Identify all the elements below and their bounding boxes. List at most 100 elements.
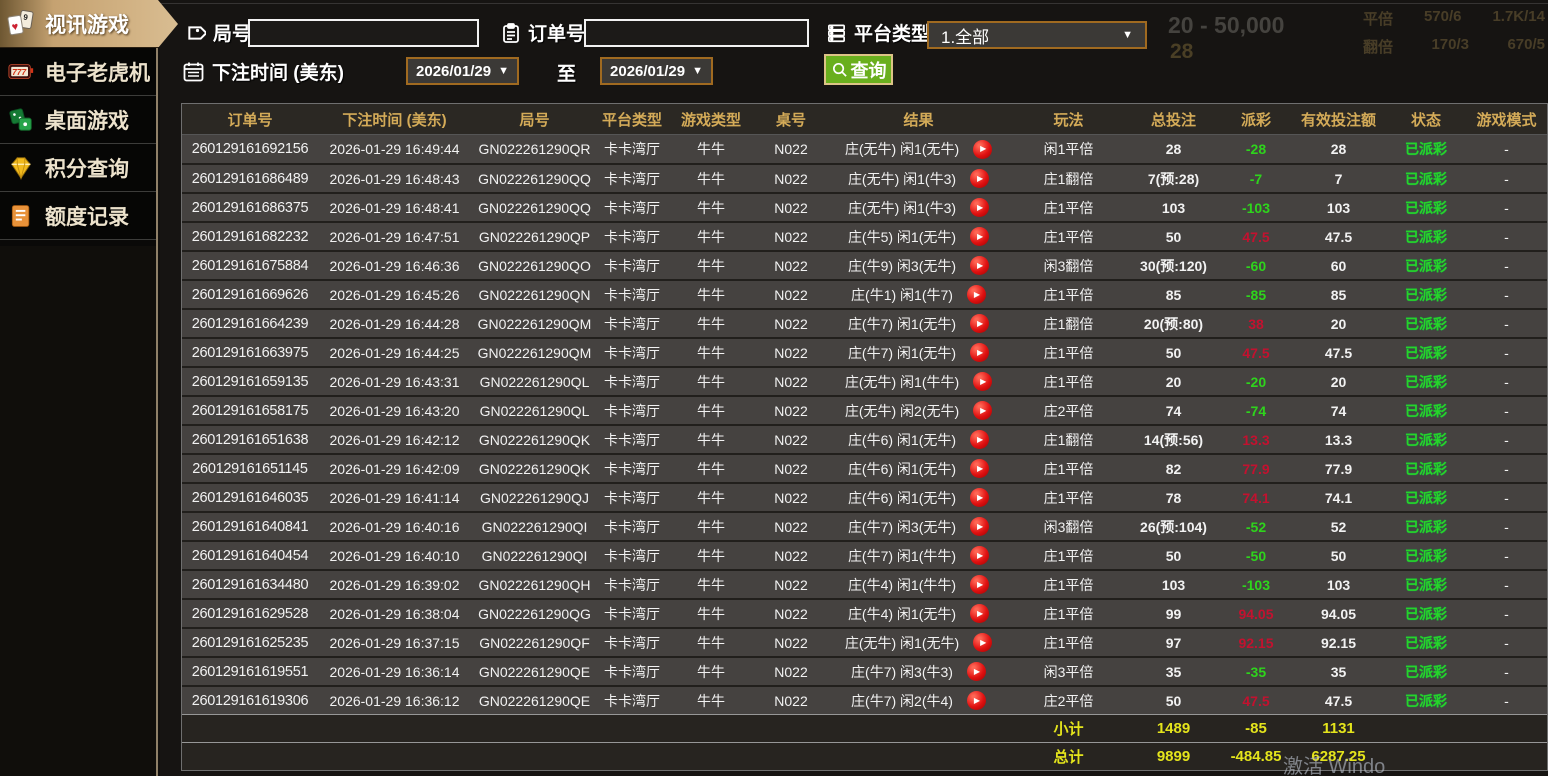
- round-number-input[interactable]: [248, 19, 479, 47]
- result-cell: 庄(无牛) 闲1(牛3) ▶: [826, 165, 1011, 192]
- valid-bet-cell: 103: [1326, 576, 1351, 593]
- sidebar-item-points-query[interactable]: 积分查询: [0, 144, 156, 192]
- play-video-button[interactable]: ▶: [970, 169, 990, 188]
- play-icon: ▶: [973, 666, 981, 676]
- subtotal-row: 小计 1489 -85 1131: [182, 714, 1547, 742]
- order-number-cell: 260129161659135: [191, 373, 309, 390]
- table-header: 订单号 下注时间 (美东) 局号 平台类型 游戏类型 桌号 结果 玩法 总投注 …: [182, 104, 1547, 134]
- bet-type-cell: 庄1平倍: [1043, 199, 1094, 216]
- total-bet-cell: 28: [1165, 141, 1182, 157]
- search-button[interactable]: 查询: [824, 54, 893, 85]
- platform-cell: 卡卡湾厅: [604, 692, 660, 709]
- play-video-button[interactable]: ▶: [970, 517, 990, 536]
- sidebar-item-credit-records[interactable]: 额度记录: [0, 192, 156, 240]
- bet-time-cell: 2026-01-29 16:38:04: [329, 605, 460, 622]
- round-number-cell: GN022261290QE: [478, 692, 591, 709]
- result-text: 庄(牛7) 闲3(牛3): [851, 663, 953, 680]
- status-cell: 已派彩: [1405, 547, 1447, 564]
- table-number-cell: N022: [774, 257, 808, 274]
- valid-bet-cell: 47.5: [1324, 344, 1353, 361]
- play-video-button[interactable]: ▶: [970, 430, 990, 449]
- table-number-cell: N022: [774, 605, 808, 622]
- play-video-button[interactable]: ▶: [973, 633, 993, 652]
- order-number-cell: 260129161658175: [191, 402, 309, 419]
- sidebar-item-video-games[interactable]: 9 ♥ 视讯游戏: [0, 0, 178, 48]
- bet-time-cell: 2026-01-29 16:43:31: [329, 373, 460, 390]
- play-video-button[interactable]: ▶: [970, 343, 990, 362]
- platform-type-select[interactable]: 1.全部 ▼: [927, 21, 1147, 49]
- table-row: 260129161686489 2026-01-29 16:48:43 GN02…: [182, 163, 1547, 192]
- ghost-limit-value: 28: [1170, 40, 1194, 63]
- round-number-cell: GN022261290QH: [478, 576, 591, 593]
- bet-type-cell: 庄1平倍: [1043, 634, 1094, 651]
- play-video-button[interactable]: ▶: [970, 198, 990, 217]
- play-video-button[interactable]: ▶: [970, 459, 990, 478]
- subtotal-bet: 1489: [1156, 720, 1191, 737]
- valid-bet-cell: 77.9: [1324, 460, 1353, 477]
- play-video-button[interactable]: ▶: [973, 401, 993, 420]
- play-video-button[interactable]: ▶: [970, 604, 990, 623]
- play-icon: ▶: [976, 434, 984, 444]
- platform-cell: 卡卡湾厅: [604, 489, 660, 506]
- play-video-button[interactable]: ▶: [966, 285, 986, 304]
- platform-cell: 卡卡湾厅: [604, 663, 660, 680]
- play-video-button[interactable]: ▶: [966, 662, 986, 681]
- dice-icon: [6, 105, 36, 135]
- bet-time-cell: 2026-01-29 16:44:25: [329, 344, 460, 361]
- play-video-button[interactable]: ▶: [970, 546, 990, 565]
- sidebar-item-label: 额度记录: [45, 205, 129, 229]
- result-cell: 庄(牛7) 闲1(无牛) ▶: [826, 339, 1011, 366]
- total-bet-cell: 99: [1165, 605, 1182, 622]
- play-video-button[interactable]: ▶: [973, 372, 993, 391]
- bet-time-cell: 2026-01-29 16:46:36: [329, 257, 460, 274]
- table-row: 260129161682232 2026-01-29 16:47:51 GN02…: [182, 221, 1547, 250]
- round-number-cell: GN022261290QK: [478, 431, 591, 448]
- game-mode-cell: -: [1504, 315, 1509, 332]
- play-video-button[interactable]: ▶: [970, 575, 990, 594]
- bet-time-cell: 2026-01-29 16:44:28: [329, 315, 460, 332]
- result-text: 庄(牛7) 闲2(牛4): [851, 692, 953, 709]
- game-type-cell: 牛牛: [697, 489, 725, 506]
- date-to-picker[interactable]: 2026/01/29 ▼: [600, 57, 713, 85]
- round-number-cell: GN022261290QM: [477, 315, 592, 332]
- game-type-cell: 牛牛: [697, 605, 725, 622]
- order-number-label: 订单号: [501, 19, 585, 46]
- table-number-cell: N022: [774, 692, 808, 709]
- playing-cards-icon: 9 ♥: [6, 9, 36, 39]
- order-number-input[interactable]: [584, 19, 809, 47]
- play-video-button[interactable]: ▶: [966, 691, 986, 710]
- play-video-button[interactable]: ▶: [973, 139, 993, 159]
- col-platform: 平台类型: [601, 111, 662, 129]
- round-number-cell: GN022261290QM: [477, 344, 592, 361]
- round-number-cell: GN022261290QQ: [478, 199, 591, 216]
- table-number-cell: N022: [774, 663, 808, 680]
- valid-bet-cell: 35: [1330, 663, 1347, 680]
- play-video-button[interactable]: ▶: [970, 314, 990, 333]
- play-video-button[interactable]: ▶: [970, 227, 990, 246]
- order-number-cell: 260129161686489: [191, 170, 309, 187]
- result-text: 庄(牛7) 闲1(牛牛): [847, 547, 957, 564]
- payout-cell: 74.1: [1242, 489, 1270, 506]
- result-text: 庄(牛6) 闲1(无牛): [847, 460, 957, 477]
- sidebar-item-table-games[interactable]: 桌面游戏: [0, 96, 156, 144]
- sidebar-item-slots[interactable]: 777 电子老虎机: [0, 48, 156, 96]
- platform-cell: 卡卡湾厅: [604, 605, 660, 622]
- result-text: 庄(无牛) 闲2(无牛): [844, 402, 960, 419]
- play-video-button[interactable]: ▶: [970, 256, 990, 275]
- result-cell: 庄(无牛) 闲1(牛牛) ▶: [826, 368, 1011, 395]
- play-video-button[interactable]: ▶: [970, 488, 990, 507]
- platform-cell: 卡卡湾厅: [604, 402, 660, 419]
- valid-bet-cell: 92.15: [1320, 634, 1357, 651]
- total-bet-cell: 14(预:56): [1143, 431, 1204, 448]
- bet-type-cell: 庄2平倍: [1043, 692, 1094, 709]
- table-row: 260129161686375 2026-01-29 16:48:41 GN02…: [182, 192, 1547, 221]
- date-from-picker[interactable]: 2026/01/29 ▼: [406, 57, 519, 85]
- col-table: 桌号: [775, 111, 806, 129]
- total-bet-cell: 50: [1165, 228, 1182, 245]
- table-row: 260129161659135 2026-01-29 16:43:31 GN02…: [182, 366, 1547, 395]
- payout-cell: 77.9: [1242, 460, 1270, 477]
- status-cell: 已派彩: [1405, 199, 1447, 216]
- result-text: 庄(牛4) 闲1(无牛): [847, 605, 957, 622]
- game-mode-cell: -: [1504, 373, 1509, 390]
- payout-cell: -60: [1245, 257, 1267, 274]
